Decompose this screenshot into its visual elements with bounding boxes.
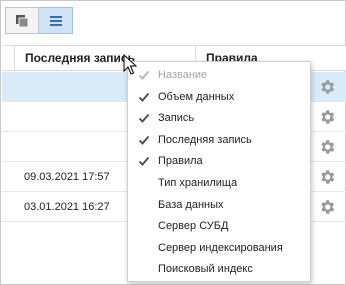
menu-item-search-index[interactable]: Поисковый индекс bbox=[128, 259, 310, 281]
checkmark-icon bbox=[138, 70, 150, 80]
card-view-button[interactable] bbox=[5, 7, 39, 34]
menu-item-data-volume[interactable]: Объем данных bbox=[128, 87, 310, 109]
list-view-button[interactable] bbox=[39, 7, 73, 34]
checkmark-icon bbox=[138, 135, 150, 145]
menu-item-record[interactable]: Запись bbox=[128, 108, 310, 130]
gear-icon[interactable] bbox=[318, 108, 336, 126]
menu-item-label: Последняя запись bbox=[158, 133, 252, 146]
menu-item-label: Тип хранилища bbox=[158, 176, 238, 189]
menu-item-rules[interactable]: Правила bbox=[128, 151, 310, 173]
checkmark-icon bbox=[138, 114, 150, 124]
gear-icon[interactable] bbox=[318, 198, 336, 216]
view-toolbar bbox=[5, 7, 73, 34]
menu-item-storage-type[interactable]: Тип хранилища bbox=[128, 173, 310, 195]
hamburger-menu-icon bbox=[49, 15, 62, 26]
menu-item-database[interactable]: База данных bbox=[128, 195, 310, 217]
gear-icon[interactable] bbox=[318, 138, 336, 156]
menu-item-dbms-server[interactable]: Сервер СУБД bbox=[128, 216, 310, 238]
gear-icon[interactable] bbox=[318, 168, 336, 186]
menu-item-label: Название bbox=[158, 69, 208, 81]
menu-item-label: Сервер индексирования bbox=[158, 241, 283, 254]
checkmark-icon bbox=[138, 92, 150, 102]
window-frame: Последняя запись Правила 09.03.2021 17:5… bbox=[0, 0, 346, 285]
menu-item-label: Запись bbox=[158, 112, 195, 125]
windows-stack-icon bbox=[16, 14, 29, 27]
last-record-cell: 03.01.2021 16:27 bbox=[24, 201, 110, 213]
gear-icon[interactable] bbox=[318, 78, 336, 96]
menu-item-index-server[interactable]: Сервер индексирования bbox=[128, 238, 310, 260]
mouse-cursor-icon bbox=[123, 54, 137, 75]
menu-item-last-record[interactable]: Последняя запись bbox=[128, 130, 310, 152]
menu-item-label: Объем данных bbox=[158, 90, 235, 103]
column-chooser-menu: Название Объем данных Запись Последняя з… bbox=[127, 61, 311, 282]
checkmark-icon bbox=[138, 157, 150, 167]
menu-item-label: Поисковый индекс bbox=[158, 263, 253, 276]
menu-item-name: Название bbox=[128, 65, 310, 87]
menu-item-label: База данных bbox=[158, 198, 224, 211]
menu-item-label: Сервер СУБД bbox=[158, 220, 229, 233]
last-record-cell: 09.03.2021 17:57 bbox=[24, 171, 110, 183]
menu-item-label: Правила bbox=[158, 155, 203, 168]
